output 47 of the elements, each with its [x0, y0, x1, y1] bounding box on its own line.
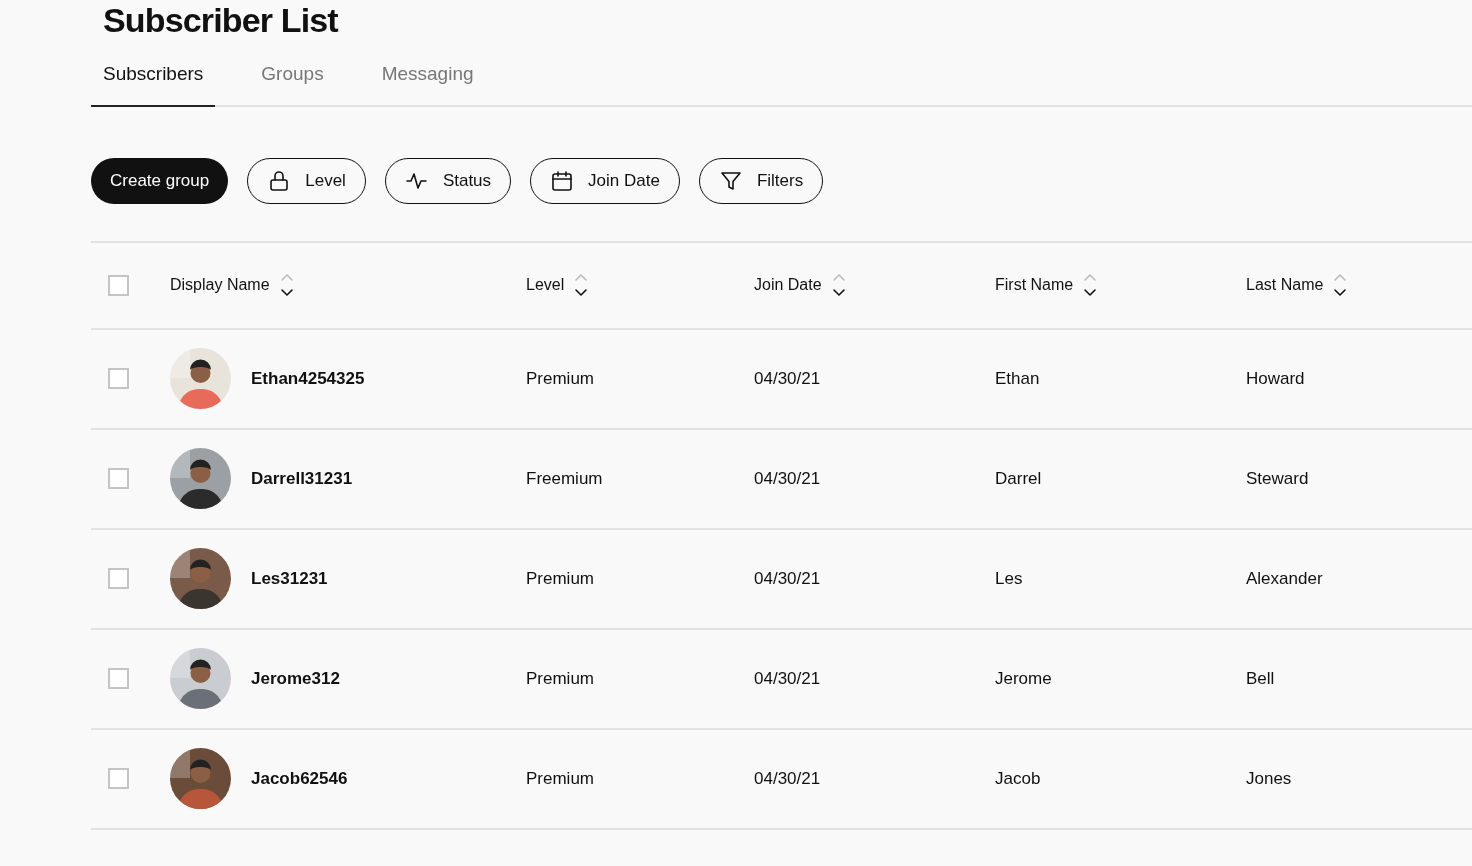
table-cell-text: Jones [1246, 767, 1293, 790]
sort-icon[interactable] [1083, 273, 1098, 297]
sort-icon[interactable] [831, 273, 846, 297]
checkbox[interactable] [108, 274, 129, 296]
table-cell-text: 04/30/21 [754, 767, 822, 790]
column-header: First Name [995, 275, 1074, 295]
table-cell-text: Ethan [995, 367, 1041, 390]
table-cell-text: 04/30/21 [754, 667, 822, 690]
display-name: Ethan4254325 [251, 367, 365, 390]
calendar-icon [550, 168, 575, 193]
checkbox[interactable] [108, 668, 129, 689]
page-title: Subscriber List [103, 0, 340, 40]
table-cell-text: 04/30/21 [754, 367, 822, 390]
table-cell-text: Darrel [995, 467, 1043, 490]
table-cell-text: Alexander [1246, 567, 1324, 590]
table-cell-text: Howard [1246, 367, 1306, 390]
tab[interactable]: Subscribers [91, 56, 216, 107]
checkbox[interactable] [108, 768, 129, 789]
checkbox[interactable] [108, 468, 129, 489]
table-cell-text: Jacob [995, 767, 1042, 790]
sort-icon[interactable] [279, 273, 294, 297]
table-cell-text: Premium [526, 767, 595, 790]
checkbox[interactable] [108, 568, 129, 589]
checkbox[interactable] [108, 368, 129, 389]
tab[interactable]: Messaging [369, 56, 486, 107]
table-cell-text: Premium [526, 567, 595, 590]
table-cell-text: Steward [1246, 467, 1310, 490]
create-group-button[interactable]: Create group [91, 157, 229, 204]
column-header: Display Name [170, 275, 270, 295]
display-name: Jerome312 [251, 667, 340, 690]
table-cell-text: Premium [526, 367, 595, 390]
display-name: Les31231 [251, 567, 328, 590]
tab[interactable]: Groups [249, 56, 336, 107]
table-cell-text: Freemium [526, 467, 604, 490]
sort-icon[interactable] [1333, 273, 1348, 297]
display-name: Darrell31231 [251, 467, 353, 490]
column-header: Join Date [754, 275, 822, 295]
display-name: Jacob62546 [251, 767, 348, 790]
table-cell-text: Premium [526, 667, 595, 690]
sort-icon[interactable] [574, 273, 589, 297]
column-header: Level [526, 275, 565, 295]
table-cell-text: Jerome [995, 667, 1053, 690]
table-cell-text: 04/30/21 [754, 567, 822, 590]
column-header: Last Name [1246, 275, 1324, 295]
table-cell-text: Les [995, 567, 1024, 590]
table-cell-text: 04/30/21 [754, 467, 822, 490]
table-cell-text: Bell [1246, 667, 1276, 690]
